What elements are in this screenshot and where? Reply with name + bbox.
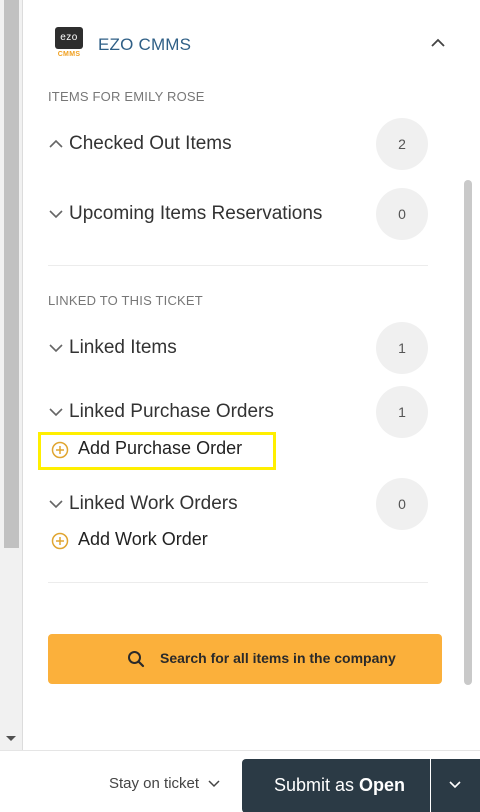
linked-items-label: Linked Items [69,337,177,358]
search-all-items-button[interactable]: Search for all items in the company [48,634,442,684]
checked-out-items-row[interactable]: Checked Out Items [46,120,431,170]
submit-as-open-button[interactable]: Submit as Open [242,759,430,812]
footer-bar: Stay on ticket Submit as Open [0,750,480,812]
chevron-up-icon [49,139,63,148]
linked-items-count: 1 [376,322,428,374]
logo-subtext: CMMS [57,51,81,58]
upcoming-reservations-row[interactable]: Upcoming Items Reservations [46,190,431,240]
upcoming-reservations-count: 0 [376,188,428,240]
chevron-up-icon [431,38,445,47]
linked-work-orders-label: Linked Work Orders [69,493,238,514]
scroll-down-arrow-icon[interactable] [6,736,16,741]
chevron-down-icon [49,210,63,219]
submit-prefix: Submit as [274,775,360,795]
page-scrollbar[interactable] [0,0,22,750]
chevron-down-icon[interactable] [207,779,221,789]
section-divider [48,582,428,583]
submit-label: Submit as Open [274,775,405,796]
logo-mark: ezo [55,27,83,49]
panel-header: ezo CMMS EZO CMMS [23,0,480,82]
linked-purchase-orders-label: Linked Purchase Orders [69,401,274,422]
page-scrollbar-thumb[interactable] [4,0,19,548]
section-title-user-items: ITEMS FOR EMILY ROSE [48,89,205,104]
chevron-down-icon [49,500,63,509]
chevron-down-icon [449,781,461,789]
plus-circle-icon [51,441,69,459]
search-icon [128,651,145,668]
ezo-logo: ezo CMMS [55,27,83,62]
checked-out-items-count: 2 [376,118,428,170]
submit-status: Open [359,775,406,795]
linked-purchase-orders-row[interactable]: Linked Purchase Orders [46,388,431,438]
add-purchase-order-label: Add Purchase Order [78,438,243,458]
chevron-down-icon [49,344,63,353]
submit-options-button[interactable] [431,759,480,812]
chevron-down-icon [49,408,63,417]
section-title-linked: LINKED TO THIS TICKET [48,293,203,308]
upcoming-reservations-label: Upcoming Items Reservations [69,203,323,224]
app-title: EZO CMMS [98,35,192,54]
linked-work-orders-count: 0 [376,478,428,530]
search-all-items-label: Search for all items in the company [160,650,396,666]
collapse-panel-button[interactable] [429,36,447,50]
plus-circle-icon [51,532,69,550]
linked-work-orders-row[interactable]: Linked Work Orders [46,480,431,530]
linked-purchase-orders-count: 1 [376,386,428,438]
linked-items-row[interactable]: Linked Items [46,324,431,374]
panel-scrollbar-thumb[interactable] [464,180,472,685]
checked-out-items-label: Checked Out Items [69,133,232,154]
section-divider [48,265,428,266]
ezo-cmms-panel: ezo CMMS EZO CMMS ITEMS FOR EMILY ROSE C… [23,0,480,750]
add-work-order-label: Add Work Order [78,529,208,549]
stay-on-ticket-dropdown[interactable]: Stay on ticket [109,775,199,792]
